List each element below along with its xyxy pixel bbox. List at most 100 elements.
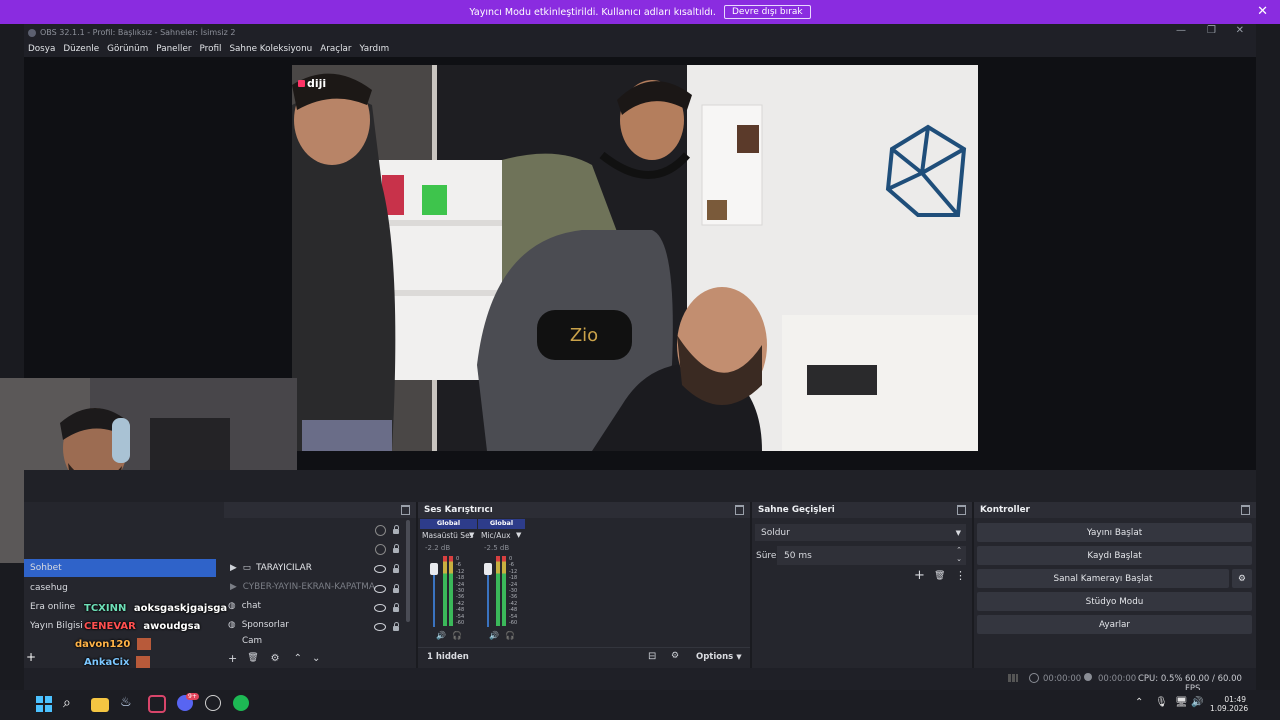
visibility-eye-icon[interactable] (374, 585, 386, 593)
menu-docks[interactable]: Paneller (156, 44, 191, 54)
lock-icon[interactable] (393, 584, 399, 593)
expand-arrow-icon[interactable]: ▶ (230, 563, 237, 573)
menu-help[interactable]: Yardım (360, 44, 390, 54)
obs-logo-icon (28, 28, 36, 37)
source-item[interactable]: ◍ chat (226, 597, 376, 615)
visibility-eye-icon[interactable] (374, 565, 386, 573)
mixer-options-button[interactable]: Options ▼ (696, 652, 742, 662)
start-virtual-camera-button[interactable]: Sanal Kamerayı Başlat (977, 569, 1229, 588)
chevron-down-icon[interactable]: ▼ (469, 531, 474, 539)
hidden-eye-icon[interactable] (375, 525, 386, 536)
undock-icon[interactable] (735, 505, 744, 515)
source-item[interactable]: ▶ CYBER-YAYIN-EKRAN-KAPATMA.m (226, 578, 376, 596)
more-options-icon[interactable]: ⋮ (955, 569, 966, 582)
level-meter (443, 556, 447, 626)
chat-tab[interactable]: Era online (30, 602, 75, 612)
remove-source-icon[interactable]: 🗑 (247, 653, 258, 663)
undock-icon[interactable] (957, 505, 966, 515)
add-transition-icon[interactable]: + (914, 568, 925, 583)
layout-toggle-icon[interactable]: ⊟ (648, 651, 656, 662)
volume-slider-handle[interactable] (430, 563, 438, 575)
record-status-icon (1084, 673, 1092, 681)
close-icon[interactable]: ✕ (1257, 4, 1268, 19)
menu-view[interactable]: Görünüm (107, 44, 148, 54)
menu-edit[interactable]: Düzenle (63, 44, 99, 54)
program-preview[interactable]: Zio diji (292, 65, 978, 451)
headphones-icon[interactable]: 🎧 (452, 631, 462, 640)
undock-icon[interactable] (1241, 505, 1250, 515)
source-item[interactable]: Cam (226, 636, 376, 646)
virtual-camera-settings-icon[interactable]: ⚙ (1232, 569, 1252, 588)
clock-app-icon[interactable] (205, 695, 221, 711)
chat-message: davon120 (75, 638, 151, 650)
undock-icon[interactable] (401, 505, 410, 515)
source-item[interactable]: ◍ Sponsorlar (226, 616, 376, 634)
move-down-icon[interactable]: ⌄ (312, 653, 320, 664)
add-source-icon[interactable]: + (228, 652, 237, 665)
clock-date: 1.09.2026 (1210, 704, 1249, 713)
chevron-down-icon[interactable]: ▼ (516, 531, 521, 539)
menu-tools[interactable]: Araçlar (320, 44, 351, 54)
hidden-eye-icon[interactable] (375, 544, 386, 555)
hidden-count[interactable]: 1 hidden (427, 652, 469, 662)
chat-tab[interactable]: Yayın Bilgisi (30, 621, 83, 631)
dock-separator (24, 470, 1256, 502)
channel-name[interactable]: Mic/Aux (481, 531, 511, 540)
chat-user: AnkaCix (84, 657, 130, 668)
visibility-eye-icon[interactable] (374, 604, 386, 612)
visibility-eye-icon[interactable] (374, 623, 386, 631)
headphones-icon[interactable]: 🎧 (505, 631, 515, 640)
mixer-title: Ses Karıştırıcı (424, 505, 493, 515)
transition-select[interactable]: Soldur ▼ (755, 524, 966, 541)
channel-name[interactable]: Masaüstü Ses (422, 531, 474, 540)
media-play-icon: ▶ (230, 582, 237, 592)
close-window-icon[interactable]: ✕ (1236, 25, 1244, 36)
source-label: CYBER-YAYIN-EKRAN-KAPATMA.m (242, 582, 376, 592)
menu-scene-collection[interactable]: Sahne Koleksiyonu (229, 44, 312, 54)
move-up-icon[interactable]: ⌃ (294, 653, 302, 664)
disable-streamer-mode-button[interactable]: Devre dışı bırak (723, 5, 811, 19)
volume-icon[interactable]: 🔊 (1191, 697, 1203, 708)
start-recording-button[interactable]: Kaydı Başlat (977, 546, 1252, 565)
minimize-icon[interactable]: — (1176, 25, 1186, 36)
duration-value: 50 ms (784, 550, 812, 561)
start-windows-icon[interactable] (35, 695, 53, 713)
microphone-icon[interactable]: 🎙 (1155, 697, 1168, 708)
chat-message: AnkaCix (84, 656, 150, 668)
clock[interactable]: 01:49 1.09.2026 (1210, 695, 1249, 713)
sources-scrollbar[interactable] (406, 520, 410, 622)
maximize-icon[interactable]: ❐ (1207, 25, 1216, 36)
tray-chevron-up-icon[interactable]: ⌃ (1135, 697, 1143, 708)
volume-slider-handle[interactable] (484, 563, 492, 575)
start-streaming-button[interactable]: Yayını Başlat (977, 523, 1252, 542)
remove-transition-icon[interactable]: 🗑 (934, 571, 945, 581)
duration-input[interactable]: 50 ms ⌃ ⌄ (777, 546, 966, 565)
advanced-audio-icon[interactable]: ⚙ (671, 651, 679, 661)
chat-tab[interactable]: casehug (30, 583, 68, 593)
add-dock-icon[interactable]: + (26, 650, 36, 664)
studio-mode-button[interactable]: Stüdyo Modu (977, 592, 1252, 611)
speaker-icon[interactable]: 🔊 (489, 631, 499, 640)
search-icon[interactable]: ⌕ (63, 695, 81, 713)
transitions-title: Sahne Geçişleri (758, 505, 835, 515)
network-icon[interactable]: 🖥 (1175, 697, 1188, 708)
settings-button[interactable]: Ayarlar (977, 615, 1252, 634)
lock-icon[interactable] (393, 525, 399, 534)
obs-app-icon[interactable] (148, 695, 166, 713)
steam-icon[interactable]: ♨ (120, 695, 138, 713)
file-explorer-icon[interactable] (91, 698, 109, 712)
lock-icon[interactable] (393, 564, 399, 573)
menu-profile[interactable]: Profil (200, 44, 222, 54)
speaker-icon[interactable]: 🔊 (436, 631, 446, 640)
lock-icon[interactable] (393, 622, 399, 631)
spotify-icon[interactable] (233, 695, 249, 711)
db-scale: 0 -6 -12 -18 -24 -30 -36 -42 -48 -54 -60 (456, 556, 468, 626)
stepper-icon[interactable]: ⌃ ⌄ (956, 546, 962, 564)
emote-icon (135, 656, 150, 668)
source-properties-icon[interactable]: ⚙ (271, 653, 280, 664)
lock-icon[interactable] (393, 603, 399, 612)
menu-file[interactable]: Dosya (28, 44, 55, 54)
chat-tab-active[interactable]: Sohbet (24, 559, 216, 577)
level-meter (502, 556, 506, 626)
lock-icon[interactable] (393, 544, 399, 553)
